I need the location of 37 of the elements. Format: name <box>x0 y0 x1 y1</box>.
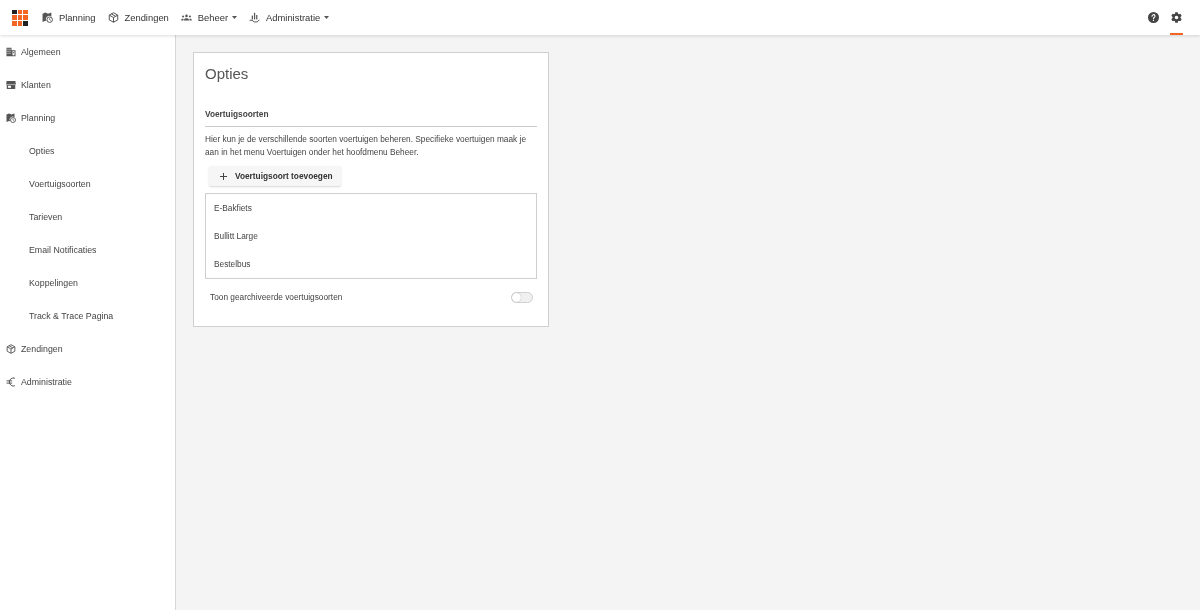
logo-icon[interactable] <box>12 9 28 26</box>
sidebar-item[interactable]: Algemeen <box>0 35 61 68</box>
section-heading: Voertuigsoorten <box>205 108 269 120</box>
list-item[interactable]: Bestelbus <box>206 250 536 278</box>
sidebar-item[interactable]: Klanten <box>0 68 51 101</box>
list-item[interactable]: Bullitt Large <box>206 222 536 250</box>
cube-icon <box>107 12 119 23</box>
sidebar-item[interactable]: Planning <box>0 101 56 134</box>
map-clock-icon <box>6 112 16 123</box>
sidebar-subitem[interactable]: Koppelingen <box>0 266 78 299</box>
building-icon <box>6 46 16 57</box>
sidebar-item[interactable]: Zendingen <box>0 332 63 365</box>
plus-icon <box>220 172 227 180</box>
list-item[interactable]: E-Bakfiets <box>206 194 536 222</box>
sidebar-subitem[interactable]: Opties <box>0 134 55 167</box>
hand-bar-chart-icon <box>249 12 261 23</box>
sidebar-subitem[interactable]: Email Notificaties <box>0 233 97 266</box>
sidebar-item[interactable]: Administratie <box>0 365 72 398</box>
toggle-switch[interactable] <box>511 291 533 303</box>
people-icon <box>180 12 192 23</box>
add-vehicle-type-button[interactable]: Voertuigsoort toevoegen <box>209 166 341 186</box>
cube-icon <box>6 343 16 354</box>
settings-icon <box>1171 12 1182 23</box>
store-icon <box>6 79 16 90</box>
sidebar-subitem[interactable]: Tarieven <box>0 200 63 233</box>
description-text: Hier kun je de verschillende soorten voertuigen beheren. Specifieke voertuigen maak je aan in het menu Voertuigen onder het hoofdmenu Beheer. <box>205 133 527 159</box>
nav-link[interactable]: Beheer <box>174 0 244 35</box>
sidebar-subitem[interactable]: Track & Trace Pagina <box>0 299 114 332</box>
toggle-label: Toon gearchiveerde voertuigsoorten <box>210 292 343 302</box>
card-title: Opties <box>205 65 249 83</box>
map-clock-icon <box>42 12 53 23</box>
help-icon <box>1148 12 1159 23</box>
sidebar-subitem[interactable]: Voertuigsoorten <box>0 167 91 200</box>
nav-link[interactable]: Administratie <box>243 0 336 35</box>
nav-link[interactable]: Planning <box>36 0 102 35</box>
euro-icon <box>6 376 16 387</box>
nav-link[interactable]: Zendingen <box>101 0 175 35</box>
